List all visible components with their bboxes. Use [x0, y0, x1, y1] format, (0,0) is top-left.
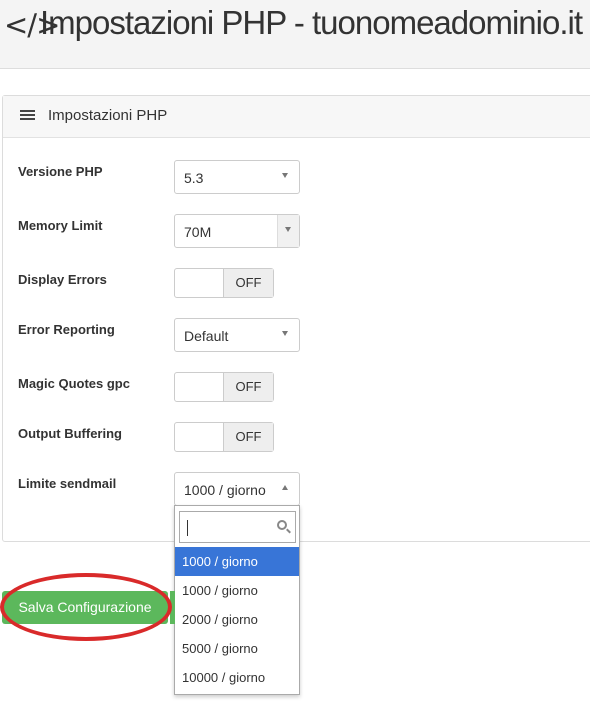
- error-reporting-select[interactable]: Default: [174, 318, 300, 352]
- dropdown-option[interactable]: 1000 / giorno: [175, 576, 299, 605]
- memory-limit-value: 70M: [184, 224, 212, 240]
- output-buffering-toggle[interactable]: OFF: [174, 422, 274, 452]
- magic-quotes-toggle[interactable]: OFF: [174, 372, 274, 402]
- error-reporting-label: Error Reporting: [18, 322, 115, 337]
- page-header: </> Impostazioni PHP - tuonomeadominio.i…: [0, 0, 590, 69]
- sendmail-limit-label: Limite sendmail: [18, 476, 117, 491]
- page-title: Impostazioni PHP - tuonomeadominio.it: [40, 4, 583, 41]
- dropdown-option[interactable]: 10000 / giorno: [175, 663, 299, 692]
- display-errors-state: OFF: [223, 269, 273, 297]
- panel-title: Impostazioni PHP: [48, 107, 168, 124]
- memory-limit-label: Memory Limit: [18, 218, 103, 233]
- memory-limit-toggle[interactable]: [277, 215, 299, 247]
- error-reporting-value: Default: [184, 328, 229, 344]
- chevron-down-icon: [282, 331, 288, 336]
- output-buffering-state: OFF: [223, 423, 273, 451]
- magic-quotes-label: Magic Quotes gpc: [18, 376, 130, 391]
- display-errors-toggle[interactable]: OFF: [174, 268, 274, 298]
- chevron-down-icon: [285, 227, 291, 232]
- search-icon: [277, 520, 287, 530]
- magic-quotes-state: OFF: [223, 373, 273, 401]
- dropdown-option[interactable]: 1000 / giorno: [175, 547, 299, 576]
- annotation-circle: [0, 573, 172, 641]
- php-version-select[interactable]: 5.3: [174, 160, 300, 194]
- sendmail-limit-value: 1000 / giorno: [184, 482, 266, 498]
- memory-limit-select[interactable]: 70M: [174, 214, 300, 248]
- text-cursor: [187, 520, 188, 536]
- panel-header: Impostazioni PHP: [3, 96, 590, 138]
- sendmail-dropdown: 1000 / giorno 1000 / giorno 2000 / giorn…: [174, 505, 300, 695]
- dropdown-search-input[interactable]: [179, 511, 296, 543]
- dropdown-option[interactable]: 2000 / giorno: [175, 605, 299, 634]
- chevron-down-icon: [282, 173, 288, 178]
- list-icon: [20, 110, 35, 122]
- display-errors-label: Display Errors: [18, 272, 107, 287]
- php-version-value: 5.3: [184, 170, 204, 186]
- php-version-label: Versione PHP: [18, 164, 103, 179]
- sendmail-limit-select[interactable]: 1000 / giorno: [174, 472, 300, 506]
- chevron-up-icon: [282, 485, 288, 490]
- dropdown-option[interactable]: 5000 / giorno: [175, 634, 299, 663]
- output-buffering-label: Output Buffering: [18, 426, 122, 441]
